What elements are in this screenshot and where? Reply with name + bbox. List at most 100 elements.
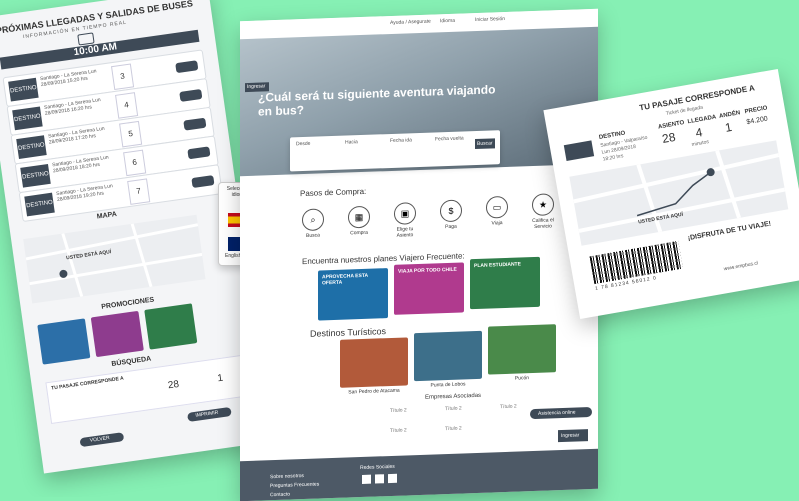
row-info: Santiago - La Serena Lun 28/09/2018 18:2… [51,154,110,175]
step-5-label: Viaja [491,220,503,227]
row-buy-button[interactable] [187,146,211,160]
row-platform: 7 [127,178,151,205]
row-badge: DESTINO [16,135,47,159]
footer-link[interactable]: Sobre nosotros [270,473,304,480]
row-info: Santiago - La Serena Lun 28/09/2018 17:2… [47,125,106,146]
row-buy-button[interactable] [183,117,207,131]
step-1-icon: ⌕ [302,208,324,232]
step-1-label: Busca [306,232,320,239]
company-item[interactable]: Título 2 [390,427,407,434]
search-title: BÚSQUEDA [111,355,152,369]
row-buy-button[interactable] [191,175,215,189]
chat-button[interactable]: Asistencia online [530,406,592,420]
destination-card-2[interactable] [414,330,482,382]
price-label: PRECIO [744,105,769,116]
lang-en-label: English [225,253,242,259]
row-info: Santiago - La Serena Lun 28/09/2018 19:2… [55,183,114,204]
company-item[interactable]: Título 2 [445,426,462,433]
steps-title: Pasos de Compra: [300,186,367,199]
plan-label: VIAJA POR TODO CHILE [398,266,457,275]
row-platform: 6 [123,149,147,177]
footer-link[interactable]: Preguntas Frecuentes [270,481,319,489]
step-5-icon: ▭ [486,195,508,219]
arrive-label: LLEGADA [687,114,717,126]
chat-label: Asistencia online [538,409,576,417]
search-btn-label: Buscar [477,140,493,147]
kiosk-screen-left: PRÓXIMAS LLEGADAS Y SALIDAS DE BUSES INF… [0,0,278,497]
print-label: IMPRIMIR [195,409,219,419]
twitter-icon[interactable] [388,473,397,484]
seat-value: 28 [167,378,180,392]
search-date-back[interactable]: Fecha vuelta [435,135,464,142]
plan-card-3[interactable]: PLAN ESTUDIANTE [470,256,540,310]
destination-label: Punta de Lobos [430,381,466,389]
step-2-label: Compra [350,229,368,236]
back-button[interactable]: VOLVER [79,432,125,448]
platform-label: ANDÉN [718,110,741,120]
print-button[interactable]: IMPRIMIR [186,406,232,422]
row-badge: DESTINO [8,77,39,102]
promo-card-2[interactable] [90,310,144,358]
arrive-value: 4 [694,125,704,141]
bus-logo-icon [563,140,595,162]
web-page: ¿Cuál será tu siguiente aventura viajand… [240,8,598,501]
platform-value-right: 1 [724,119,734,135]
destination-label: San Pedro de Atacama [348,387,400,396]
row-info: Santiago - La Serena Lun 28/09/2018 15:2… [39,68,97,89]
footer: Sobre nosotros Preguntas Frecuentes Contac… [240,448,598,501]
footer-login-button[interactable]: Ingresar [558,429,588,443]
nav-session[interactable]: Iniciar Sesión [475,16,505,23]
left-map: USTED ESTÁ AQUÍ [23,214,206,304]
platform-value: 1 [216,372,224,385]
search-date-out[interactable]: Fecha ida [390,137,412,144]
facebook-icon[interactable] [362,474,371,484]
footer-login-label: Ingresar [561,432,580,440]
plan-card-2[interactable]: VIAJA POR TODO CHILE [394,262,464,315]
footer-link[interactable]: Contacto [270,492,290,499]
arrive-unit: minutos [691,139,710,149]
company-item[interactable]: Título 2 [500,404,517,411]
step-6-label: Califica el Servicio [532,216,554,230]
login-button[interactable]: Ingresar [245,82,269,93]
map-title: MAPA [96,210,118,221]
ticket-title: TU PASAJE CORRESPONDE A [50,375,125,392]
plan-card-1[interactable]: APROVECHA ESTA OFERTA [318,268,388,321]
back-label: VOLVER [89,435,111,444]
plan-label: APROVECHA ESTA OFERTA [322,272,368,287]
row-buy-button[interactable] [179,88,203,102]
seat-label: ASIENTO [657,120,685,131]
row-platform: 3 [110,63,135,91]
seat-value-right: 28 [660,129,677,146]
login-label: Ingresar [247,83,266,91]
search-button[interactable]: Buscar [475,138,495,150]
map-lines [25,223,203,297]
dest-title: Destinos Turísticos [310,326,387,339]
row-badge: DESTINO [24,192,55,217]
destination-card-3[interactable] [488,324,556,375]
search-from[interactable]: Desde [296,141,310,148]
destination-label: Pucón [514,375,530,382]
row-platform: 5 [119,120,143,148]
instagram-icon[interactable] [375,474,384,484]
step-6-icon: ★ [532,192,554,216]
step-3-icon: ▣ [394,202,416,225]
promo-card-3[interactable] [144,303,198,350]
site-url: www.empbus.cl [723,260,759,273]
nav-lang[interactable]: Idioma [440,18,455,25]
company-item[interactable]: Título 2 [390,407,407,414]
row-badge: DESTINO [12,106,43,131]
row-platform: 4 [115,92,139,119]
promo-card-1[interactable] [37,318,91,365]
price-value: $4.200 [746,115,769,127]
step-3-label: Elige tu Asiento [396,226,414,239]
social-title: Redes Sociales [360,463,395,472]
nav-help[interactable]: Ayuda / Asegurate [390,19,431,26]
companies-title: Empresas Asociadas [425,392,482,401]
plan-label: PLAN ESTUDIANTE [474,261,521,270]
search-to[interactable]: Hacia [345,139,358,145]
row-buy-button[interactable] [175,60,199,74]
hero-title: ¿Cuál será tu siguiente aventura viajand… [258,82,496,119]
company-item[interactable]: Título 2 [445,406,462,413]
destination-card-1[interactable] [340,337,408,388]
left-title: PRÓXIMAS LLEGADAS Y SALIDAS DE BUSES [0,0,194,36]
